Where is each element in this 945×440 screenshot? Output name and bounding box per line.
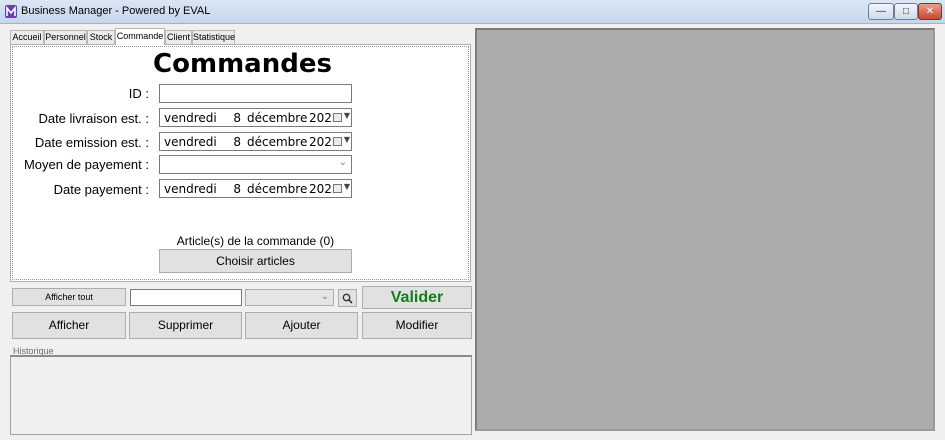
chevron-down-icon[interactable]: ▼	[344, 182, 350, 191]
show-all-button[interactable]: Afficher tout	[12, 288, 126, 306]
id-input[interactable]	[159, 84, 352, 103]
ajouter-button[interactable]: Ajouter	[245, 312, 358, 339]
moyen-payement-select[interactable]: ⌄	[159, 155, 352, 174]
form-group: Commandes ID : Date livraison est. : ven…	[12, 46, 469, 280]
history-textbox[interactable]	[10, 355, 472, 435]
calendar-checkbox-icon[interactable]	[333, 137, 342, 146]
window-title: Business Manager - Powered by EVAL	[21, 5, 211, 17]
moyen-payement-label: Moyen de payement :	[23, 157, 149, 172]
close-button[interactable]: ✕	[918, 3, 942, 20]
tab-statistique[interactable]: Statistique	[192, 30, 235, 45]
date-livraison-label: Date livraison est. :	[38, 111, 149, 126]
valider-button[interactable]: Valider	[362, 286, 472, 309]
filter-select[interactable]: ⌄	[245, 289, 334, 306]
chevron-down-icon[interactable]: ⌄	[321, 291, 329, 302]
id-label: ID :	[128, 86, 149, 101]
calendar-checkbox-icon[interactable]	[333, 184, 342, 193]
tab-accueil[interactable]: Accueil	[10, 30, 44, 45]
search-icon	[342, 293, 353, 304]
afficher-button[interactable]: Afficher	[12, 312, 126, 339]
date-payement-label: Date payement :	[53, 182, 149, 197]
minimize-button[interactable]: —	[868, 3, 894, 20]
chevron-down-icon[interactable]: ▼	[344, 111, 350, 120]
date-day: vendredi	[164, 134, 217, 149]
date-month: décembre	[247, 110, 308, 125]
chevron-down-icon[interactable]: ⌄	[339, 157, 347, 168]
tab-commande[interactable]: Commande	[115, 28, 165, 45]
tab-stock[interactable]: Stock	[87, 30, 115, 45]
data-grid-panel[interactable]	[475, 28, 935, 431]
date-day: vendredi	[164, 110, 217, 125]
page-title: Commandes	[153, 49, 332, 79]
maximize-button[interactable]: □	[894, 3, 918, 20]
date-num: 8	[233, 110, 241, 125]
client-area: Accueil Personnel Stock Commande Client …	[0, 24, 945, 440]
date-num: 8	[233, 181, 241, 196]
date-month: décembre	[247, 134, 308, 149]
modifier-button[interactable]: Modifier	[362, 312, 472, 339]
date-livraison-picker[interactable]: vendredi 8 décembre 2023 ▼	[159, 108, 352, 127]
app-logo-icon	[5, 5, 17, 18]
date-num: 8	[233, 134, 241, 149]
date-payement-picker[interactable]: vendredi 8 décembre 2023 ▼	[159, 179, 352, 198]
search-button[interactable]	[338, 289, 357, 307]
date-month: décembre	[247, 181, 308, 196]
chevron-down-icon[interactable]: ▼	[344, 135, 350, 144]
commande-tab-panel: Commandes ID : Date livraison est. : ven…	[10, 44, 471, 282]
tab-client[interactable]: Client	[165, 30, 192, 45]
calendar-checkbox-icon[interactable]	[333, 113, 342, 122]
choose-articles-button[interactable]: Choisir articles	[159, 249, 352, 273]
search-input[interactable]	[130, 289, 242, 306]
date-emission-picker[interactable]: vendredi 8 décembre 2023 ▼	[159, 132, 352, 151]
date-emission-label: Date emission est. :	[34, 135, 149, 150]
date-day: vendredi	[164, 181, 217, 196]
articles-count-label: Article(s) de la commande (0)	[176, 234, 335, 248]
tab-personnel[interactable]: Personnel	[44, 30, 87, 45]
supprimer-button[interactable]: Supprimer	[129, 312, 242, 339]
title-bar: Business Manager - Powered by EVAL — □ ✕	[0, 0, 945, 24]
